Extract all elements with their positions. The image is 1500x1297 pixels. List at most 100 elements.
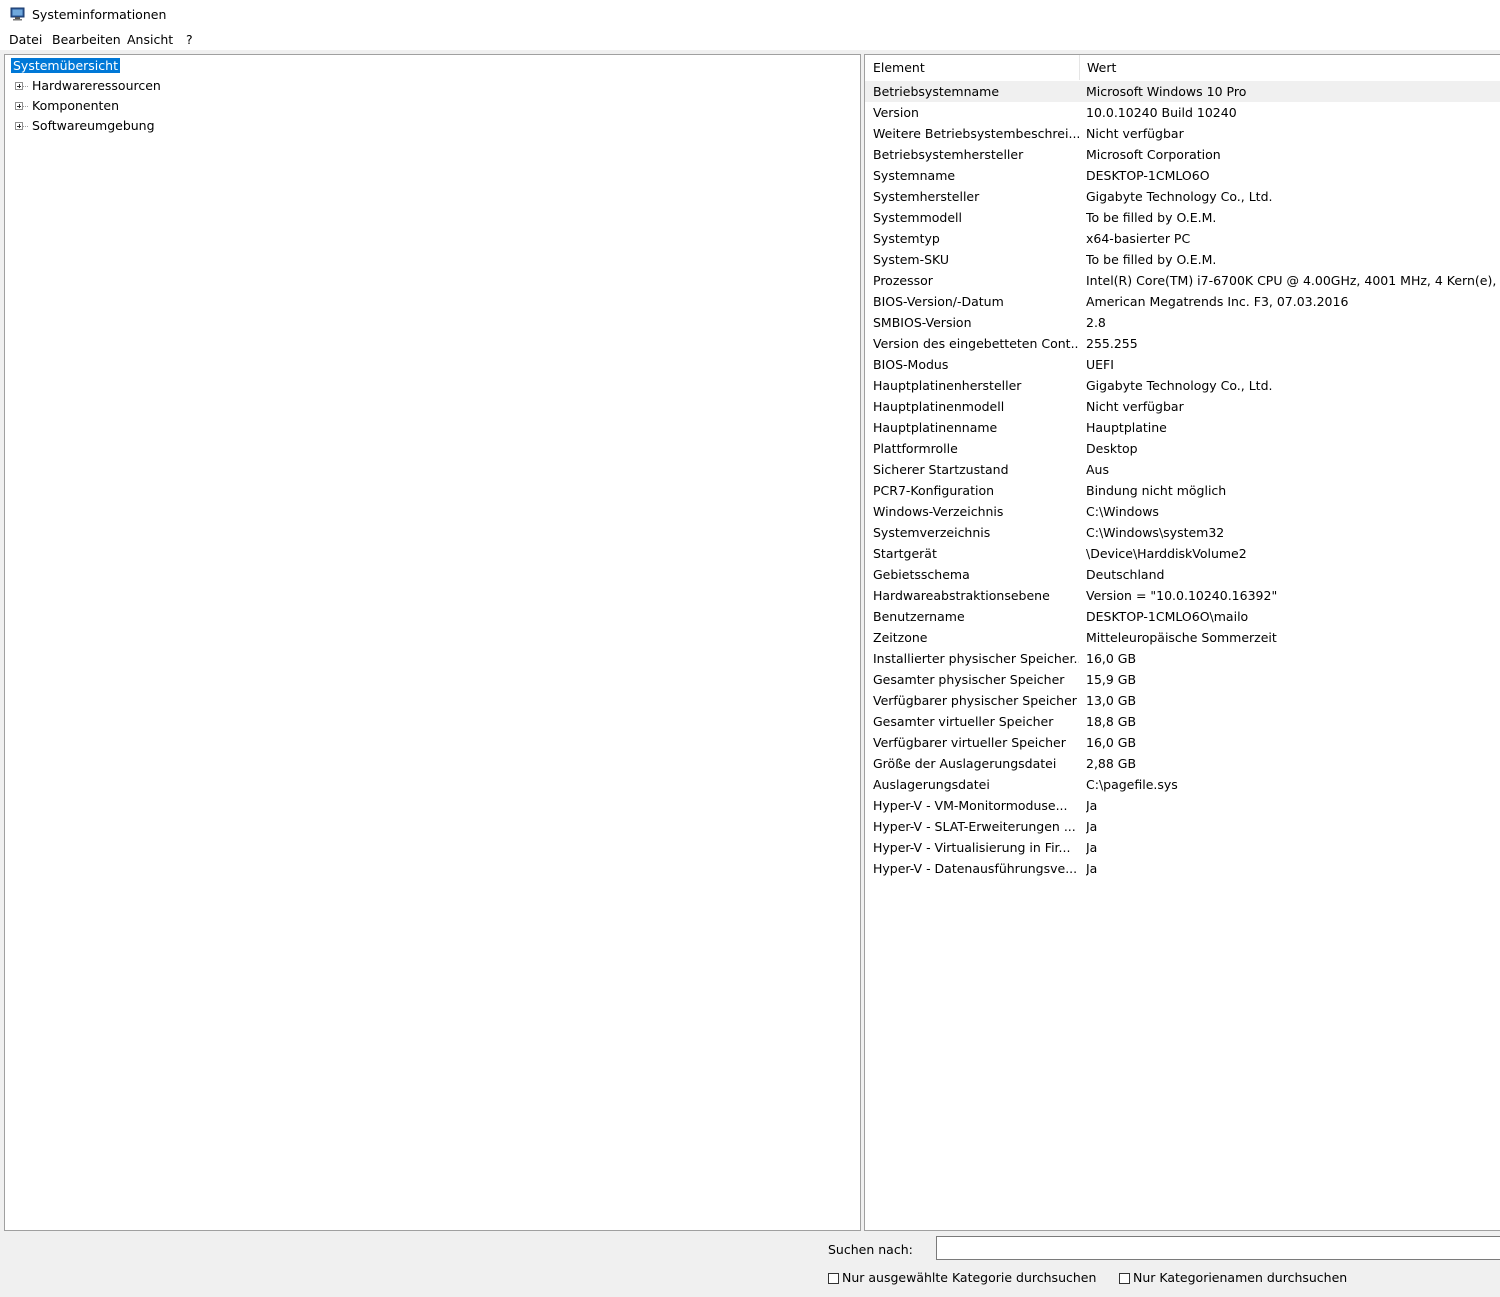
table-row[interactable]: Zeitzone Mitteleuropäische Sommerzeit — [865, 627, 1500, 648]
expand-icon[interactable] — [15, 82, 23, 90]
cell-element: BIOS-Modus — [873, 357, 949, 372]
window-title: Systeminformationen — [32, 7, 167, 22]
cell-value: Ja — [1086, 861, 1098, 876]
table-row[interactable]: Version 10.0.10240 Build 10240 — [865, 102, 1500, 123]
table-row[interactable]: BIOS-Version/-Datum American Megatrends I… — [865, 291, 1500, 312]
cell-value: 13,0 GB — [1086, 693, 1137, 708]
cell-value: x64-basierter PC — [1086, 231, 1191, 246]
table-row[interactable]: Systemverzeichnis C:\Windows\system32 — [865, 522, 1500, 543]
cell-value: Microsoft Windows 10 Pro — [1086, 84, 1247, 99]
tree-connector — [23, 126, 28, 127]
table-row[interactable]: Benutzername DESKTOP-1CMLO6O\mailo — [865, 606, 1500, 627]
details-list[interactable]: Element Wert Betriebsystemname Microsoft … — [864, 54, 1500, 1231]
cell-element: Gebietsschema — [873, 567, 970, 582]
tree-item-label: Systemübersicht — [11, 58, 120, 73]
menu-view[interactable]: Ansicht — [125, 32, 175, 47]
column-header-value[interactable]: Wert — [1080, 55, 1500, 80]
menu-help[interactable]: ? — [184, 32, 195, 47]
table-row[interactable]: Systemmodell To be filled by O.E.M. — [865, 207, 1500, 228]
category-tree[interactable]: Systemübersicht Hardwareressourcen Kompo… — [4, 54, 861, 1231]
table-row[interactable]: BIOS-Modus UEFI — [865, 354, 1500, 375]
cell-element: Benutzername — [873, 609, 965, 624]
table-row[interactable]: Hyper-V - Virtualisierung in Fir... Ja — [865, 837, 1500, 858]
cell-value: 255.255 — [1086, 336, 1138, 351]
cell-element: Plattformrolle — [873, 441, 958, 456]
table-row[interactable]: Hyper-V - Datenausführungsve... Ja — [865, 858, 1500, 879]
cell-element: Version des eingebetteten Cont... — [873, 336, 1079, 351]
checkbox-category-names[interactable]: Nur Kategorienamen durchsuchen — [1119, 1270, 1347, 1286]
search-input[interactable] — [936, 1236, 1500, 1260]
table-row[interactable]: Hauptplatinenmodell Nicht verfügbar — [865, 396, 1500, 417]
column-header-element[interactable]: Element — [865, 55, 1080, 80]
cell-value: Gigabyte Technology Co., Ltd. — [1086, 189, 1273, 204]
table-row[interactable]: Betriebsystemhersteller Microsoft Corpora… — [865, 144, 1500, 165]
cell-value: Nicht verfügbar — [1086, 399, 1184, 414]
cell-element: Hardwareabstraktionsebene — [873, 588, 1050, 603]
table-row[interactable]: Betriebsystemname Microsoft Windows 10 Pr… — [865, 81, 1500, 102]
table-row[interactable]: Hyper-V - SLAT-Erweiterungen ... Ja — [865, 816, 1500, 837]
expand-icon[interactable] — [15, 102, 23, 110]
checkbox-box[interactable] — [828, 1273, 839, 1284]
cell-element: System-SKU — [873, 252, 950, 267]
table-row[interactable]: Gebietsschema Deutschland — [865, 564, 1500, 585]
table-row[interactable]: Auslagerungsdatei C:\pagefile.sys — [865, 774, 1500, 795]
cell-element: Systemtyp — [873, 231, 940, 246]
cell-element: Hyper-V - VM-Monitormoduse... — [873, 798, 1068, 813]
menu-file[interactable]: Datei — [7, 32, 44, 47]
table-row[interactable]: PCR7-Konfiguration Bindung nicht möglich — [865, 480, 1500, 501]
cell-element: Hyper-V - SLAT-Erweiterungen ... — [873, 819, 1076, 834]
table-row[interactable]: Gesamter physischer Speicher 15,9 GB — [865, 669, 1500, 690]
table-row[interactable]: Hyper-V - VM-Monitormoduse... Ja — [865, 795, 1500, 816]
cell-value: 2,88 GB — [1086, 756, 1137, 771]
cell-element: BIOS-Version/-Datum — [873, 294, 1004, 309]
cell-value: 18,8 GB — [1086, 714, 1137, 729]
cell-value: 16,0 GB — [1086, 735, 1137, 750]
expand-icon[interactable] — [15, 122, 23, 130]
table-row[interactable]: System-SKU To be filled by O.E.M. — [865, 249, 1500, 270]
table-row[interactable]: Systemname DESKTOP-1CMLO6O — [865, 165, 1500, 186]
table-row[interactable]: Weitere Betriebsystembeschrei... Nicht ve… — [865, 123, 1500, 144]
cell-element: Größe der Auslagerungsdatei — [873, 756, 1057, 771]
table-row[interactable]: SMBIOS-Version 2.8 — [865, 312, 1500, 333]
table-row[interactable]: Installierter physischer Speicher... 16,0… — [865, 648, 1500, 669]
cell-value: C:\Windows\system32 — [1086, 525, 1225, 540]
table-row[interactable]: Prozessor Intel(R) Core(TM) i7-6700K CPU … — [865, 270, 1500, 291]
cell-value: Ja — [1086, 798, 1098, 813]
checkbox-box[interactable] — [1119, 1273, 1130, 1284]
cell-element: Verfügbarer virtueller Speicher — [873, 735, 1066, 750]
cell-value: To be filled by O.E.M. — [1086, 210, 1217, 225]
cell-value: Mitteleuropäische Sommerzeit — [1086, 630, 1277, 645]
cell-element: Windows-Verzeichnis — [873, 504, 1004, 519]
table-row[interactable]: Hardwareabstraktionsebene Version = "10.0… — [865, 585, 1500, 606]
cell-value: Gigabyte Technology Co., Ltd. — [1086, 378, 1273, 393]
tree-item-system-summary[interactable]: Systemübersicht — [11, 57, 120, 75]
table-row[interactable]: Gesamter virtueller Speicher 18,8 GB — [865, 711, 1500, 732]
table-row[interactable]: Version des eingebetteten Cont... 255.255 — [865, 333, 1500, 354]
cell-value: 10.0.10240 Build 10240 — [1086, 105, 1237, 120]
menu-edit[interactable]: Bearbeiten — [50, 32, 123, 47]
checkbox-selected-category[interactable]: Nur ausgewählte Kategorie durchsuchen — [828, 1270, 1096, 1286]
table-row[interactable]: Systemhersteller Gigabyte Technology Co.,… — [865, 186, 1500, 207]
table-row[interactable]: Startgerät \Device\HarddiskVolume2 — [865, 543, 1500, 564]
cell-element: Auslagerungsdatei — [873, 777, 990, 792]
cell-value: Aus — [1086, 462, 1109, 477]
table-row[interactable]: Größe der Auslagerungsdatei 2,88 GB — [865, 753, 1500, 774]
cell-value: Nicht verfügbar — [1086, 126, 1184, 141]
table-row[interactable]: Verfügbarer physischer Speicher 13,0 GB — [865, 690, 1500, 711]
cell-element: Hyper-V - Virtualisierung in Fir... — [873, 840, 1071, 855]
cell-value: Bindung nicht möglich — [1086, 483, 1227, 498]
cell-element: Weitere Betriebsystembeschrei... — [873, 126, 1079, 141]
table-row[interactable]: Windows-Verzeichnis C:\Windows — [865, 501, 1500, 522]
cell-value: Deutschland — [1086, 567, 1165, 582]
cell-element: Hyper-V - Datenausführungsve... — [873, 861, 1078, 876]
table-row[interactable]: Plattformrolle Desktop — [865, 438, 1500, 459]
table-row[interactable]: Hauptplatinenhersteller Gigabyte Technolo… — [865, 375, 1500, 396]
cell-element: Hauptplatinenname — [873, 420, 998, 435]
table-row[interactable]: Systemtyp x64-basierter PC — [865, 228, 1500, 249]
table-row[interactable]: Sicherer Startzustand Aus — [865, 459, 1500, 480]
system-information-icon — [10, 7, 25, 21]
table-row[interactable]: Verfügbarer virtueller Speicher 16,0 GB — [865, 732, 1500, 753]
table-row[interactable]: Hauptplatinenname Hauptplatine — [865, 417, 1500, 438]
cell-element: PCR7-Konfiguration — [873, 483, 995, 498]
search-label: Suchen nach: — [828, 1242, 913, 1257]
